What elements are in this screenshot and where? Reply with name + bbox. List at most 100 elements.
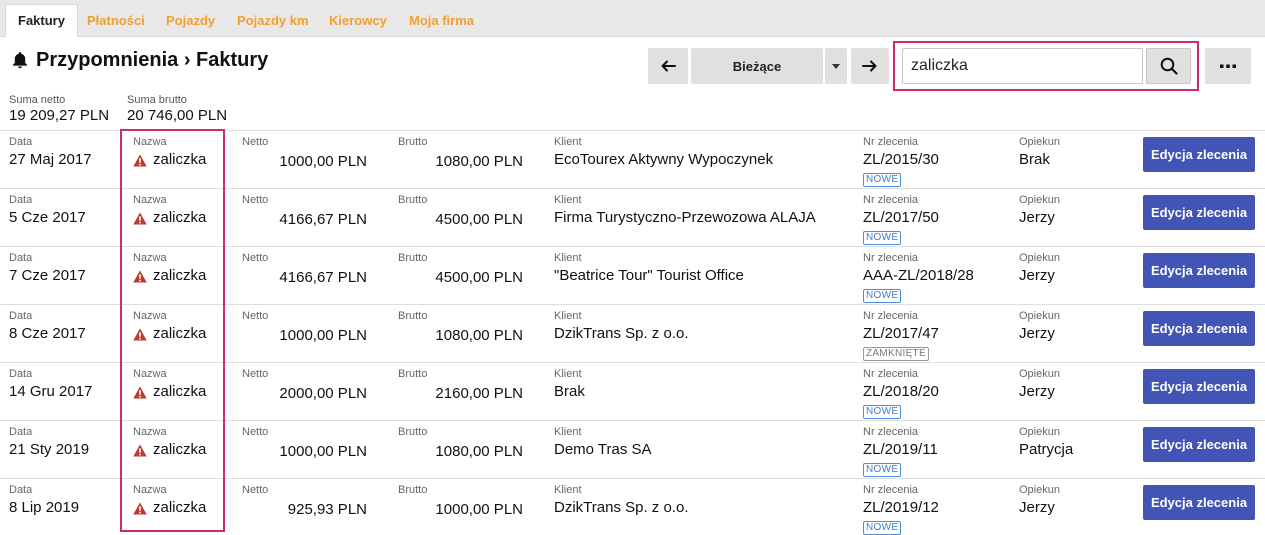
- tab-pojazdy[interactable]: Pojazdy: [154, 4, 227, 37]
- guardian-label: Opiekun: [1019, 136, 1060, 148]
- name-value: zaliczka: [153, 209, 207, 226]
- guardian-value: Jerzy: [1019, 209, 1055, 226]
- guardian-label: Opiekun: [1019, 194, 1060, 206]
- name-cell: Nazwa zaliczka: [133, 426, 206, 459]
- gross-value: 1080,00 PLN: [435, 153, 523, 170]
- date-label: Data: [9, 484, 33, 496]
- previous-button[interactable]: [648, 48, 688, 84]
- tab-pojazdy-km[interactable]: Pojazdy km: [225, 4, 321, 37]
- net-cell: Netto 1000,00 PLN: [242, 136, 367, 176]
- order-label: Nr zlecenia: [863, 194, 919, 206]
- tab-kierowcy[interactable]: Kierowcy: [317, 4, 399, 37]
- net-value: 1000,00 PLN: [279, 327, 367, 344]
- page-title: Przypomnienia › Faktury: [10, 48, 268, 72]
- order-cell: Nr zlecenia ZL/2015/30 NOWE: [863, 136, 939, 187]
- name-cell: Nazwa zaliczka: [133, 194, 206, 227]
- date-label: Data: [9, 426, 33, 438]
- guardian-value: Brak: [1019, 151, 1050, 168]
- edit-order-button[interactable]: Edycja zlecenia: [1143, 369, 1255, 404]
- period-dropdown-toggle[interactable]: [825, 48, 847, 84]
- edit-order-button[interactable]: Edycja zlecenia: [1143, 195, 1255, 230]
- gross-label: Brutto: [398, 136, 428, 148]
- guardian-value: Jerzy: [1019, 325, 1055, 342]
- name-cell: Nazwa zaliczka: [133, 136, 206, 169]
- warning-icon: [133, 270, 147, 282]
- edit-order-button[interactable]: Edycja zlecenia: [1143, 253, 1255, 288]
- invoice-row: Data 5 Cze 2017 Nazwa zaliczka Netto 416…: [0, 188, 1265, 246]
- guardian-label: Opiekun: [1019, 252, 1060, 264]
- order-value: ZL/2015/30: [863, 151, 939, 168]
- name-label: Nazwa: [133, 252, 167, 264]
- caret-down-icon: [832, 63, 840, 69]
- name-value: zaliczka: [153, 325, 207, 342]
- tab-moja-firma[interactable]: Moja firma: [397, 4, 486, 37]
- guardian-cell: Opiekun Jerzy: [1019, 484, 1060, 517]
- net-cell: Netto 2000,00 PLN: [242, 368, 367, 408]
- name-label: Nazwa: [133, 484, 167, 496]
- period-dropdown[interactable]: Bieżące: [691, 48, 823, 84]
- net-cell: Netto 1000,00 PLN: [242, 310, 367, 350]
- edit-order-button[interactable]: Edycja zlecenia: [1143, 485, 1255, 520]
- order-label: Nr zlecenia: [863, 426, 919, 438]
- client-label: Klient: [554, 368, 582, 380]
- order-cell: Nr zlecenia ZL/2018/20 NOWE: [863, 368, 939, 419]
- status-badge: NOWE: [863, 173, 902, 187]
- name-value-wrap: zaliczka: [133, 499, 206, 517]
- search-input[interactable]: [902, 48, 1143, 84]
- next-button[interactable]: [851, 48, 889, 84]
- client-label: Klient: [554, 426, 582, 438]
- gross-label: Brutto: [398, 310, 428, 322]
- tab-faktury[interactable]: Faktury: [5, 4, 78, 37]
- net-label: Netto: [242, 310, 269, 322]
- net-label: Netto: [242, 368, 269, 380]
- name-value-wrap: zaliczka: [133, 383, 206, 401]
- name-label: Nazwa: [133, 368, 167, 380]
- sum-gross-label: Suma brutto: [127, 94, 187, 106]
- order-label: Nr zlecenia: [863, 310, 919, 322]
- gross-label: Brutto: [398, 368, 428, 380]
- net-value: 1000,00 PLN: [279, 153, 367, 170]
- guardian-cell: Opiekun Jerzy: [1019, 368, 1060, 401]
- order-label: Nr zlecenia: [863, 484, 919, 496]
- edit-order-button[interactable]: Edycja zlecenia: [1143, 311, 1255, 346]
- client-label: Klient: [554, 310, 582, 322]
- ellipsis-icon: [1220, 64, 1236, 68]
- guardian-label: Opiekun: [1019, 484, 1060, 496]
- warning-icon: [133, 154, 147, 166]
- name-value: zaliczka: [153, 441, 207, 458]
- gross-label: Brutto: [398, 426, 428, 438]
- sum-net-label: Suma netto: [9, 94, 66, 106]
- date-value: 8 Lip 2019: [9, 499, 80, 516]
- status-badge: NOWE: [863, 521, 902, 535]
- net-label: Netto: [242, 252, 269, 264]
- order-label: Nr zlecenia: [863, 136, 919, 148]
- date-label: Data: [9, 136, 33, 148]
- client-value: DzikTrans Sp. z o.o.: [554, 325, 689, 342]
- edit-order-button[interactable]: Edycja zlecenia: [1143, 137, 1255, 172]
- gross-cell: Brutto 1080,00 PLN: [398, 310, 523, 350]
- order-value: ZL/2019/12: [863, 499, 939, 516]
- name-value: zaliczka: [153, 151, 207, 168]
- search-button[interactable]: [1146, 48, 1191, 84]
- status-badge: NOWE: [863, 289, 902, 303]
- guardian-label: Opiekun: [1019, 368, 1060, 380]
- more-options-button[interactable]: [1205, 48, 1251, 84]
- date-cell: Data 8 Lip 2019: [9, 484, 79, 517]
- tab-platnosci[interactable]: Płatności: [75, 4, 157, 37]
- client-cell: Klient "Beatrice Tour" Tourist Office: [554, 252, 744, 285]
- name-label: Nazwa: [133, 194, 167, 206]
- guardian-value: Jerzy: [1019, 499, 1055, 516]
- status-badge: NOWE: [863, 231, 902, 245]
- gross-cell: Brutto 4500,00 PLN: [398, 194, 523, 234]
- gross-label: Brutto: [398, 194, 428, 206]
- client-value: Brak: [554, 383, 585, 400]
- invoice-row: Data 8 Cze 2017 Nazwa zaliczka Netto 100…: [0, 304, 1265, 362]
- name-label: Nazwa: [133, 310, 167, 322]
- name-label: Nazwa: [133, 426, 167, 438]
- gross-cell: Brutto 2160,00 PLN: [398, 368, 523, 408]
- name-value: zaliczka: [153, 499, 207, 516]
- sum-net-value: 19 209,27 PLN: [9, 107, 110, 124]
- edit-order-button[interactable]: Edycja zlecenia: [1143, 427, 1255, 462]
- name-value-wrap: zaliczka: [133, 267, 206, 285]
- invoice-row: Data 27 Maj 2017 Nazwa zaliczka Netto 10…: [0, 130, 1265, 188]
